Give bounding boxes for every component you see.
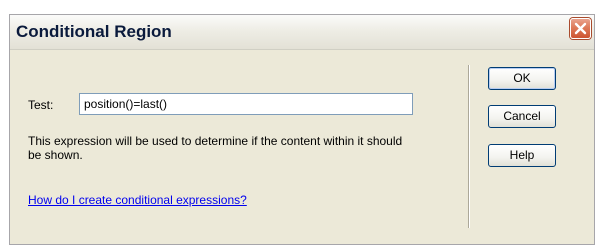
- vertical-separator: [468, 65, 470, 228]
- close-icon: [574, 22, 587, 35]
- title-bar[interactable]: Conditional Region: [10, 15, 594, 50]
- dialog-content: Test: This expression will be used to de…: [10, 50, 594, 246]
- close-button[interactable]: [570, 18, 591, 39]
- test-expression-input[interactable]: [79, 93, 413, 115]
- description-text: This expression will be used to determin…: [28, 134, 403, 162]
- test-label: Test:: [28, 98, 54, 112]
- conditional-region-dialog: Conditional Region Test: This expression…: [9, 14, 595, 245]
- help-link[interactable]: How do I create conditional expressions?: [28, 193, 247, 207]
- cancel-button[interactable]: Cancel: [488, 105, 556, 128]
- help-button[interactable]: Help: [488, 144, 556, 167]
- dialog-title: Conditional Region: [16, 22, 172, 41]
- ok-button[interactable]: OK: [488, 67, 556, 90]
